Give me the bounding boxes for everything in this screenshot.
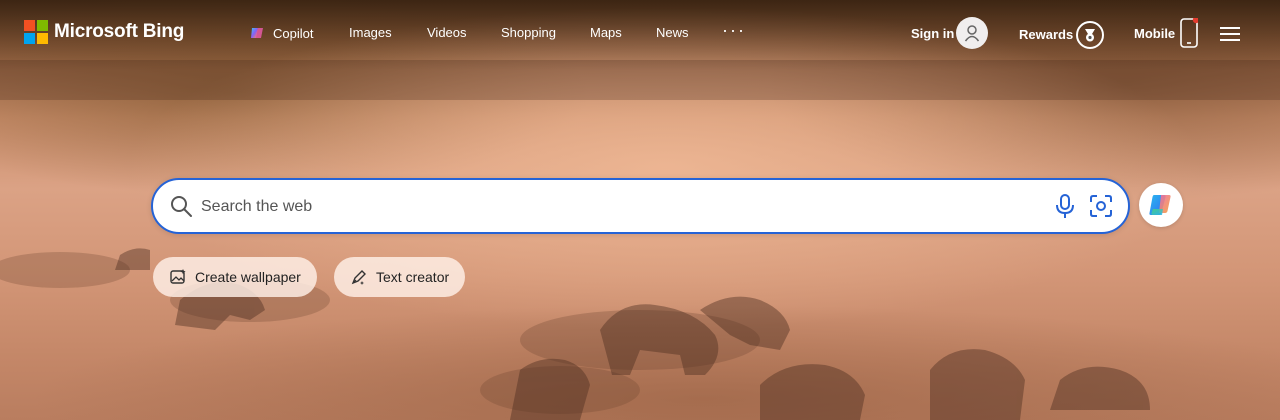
- hamburger-menu-icon[interactable]: [1220, 26, 1240, 42]
- brand-name: Microsoft Bing: [54, 21, 185, 42]
- copilot-button[interactable]: [1139, 183, 1183, 227]
- search-icon[interactable]: [169, 194, 193, 218]
- search-box: [151, 178, 1130, 234]
- person-icon: [964, 25, 980, 42]
- image-sparkle-icon: [170, 269, 186, 284]
- sign-in-link[interactable]: Sign in: [911, 26, 954, 41]
- nav-item-label: Copilot: [273, 26, 314, 41]
- pen-sparkle-icon: [351, 270, 366, 285]
- medal-icon: [1085, 29, 1095, 42]
- microsoft-logo-icon: [24, 20, 48, 44]
- mobile-phone-icon[interactable]: [1180, 18, 1198, 48]
- copilot-icon: [1149, 195, 1171, 215]
- nav-item-images[interactable]: Images: [349, 25, 392, 40]
- nav-item-maps[interactable]: Maps: [590, 25, 622, 40]
- mobile-link[interactable]: Mobile: [1134, 26, 1175, 41]
- rewards-trophy-icon[interactable]: [1076, 21, 1104, 49]
- account-avatar-icon[interactable]: [956, 17, 988, 49]
- visual-search-camera-icon[interactable]: [1089, 194, 1113, 218]
- chip-label: Text creator: [376, 269, 450, 285]
- notification-dot-icon: [1192, 18, 1198, 24]
- nav-item-copilot[interactable]: Copilot: [249, 25, 313, 41]
- more-menu-button[interactable]: ···: [722, 20, 746, 41]
- bing-logo-link[interactable]: Microsoft Bing: [24, 20, 184, 44]
- create-wallpaper-chip[interactable]: Create wallpaper: [153, 257, 317, 297]
- header: Microsoft Bing Copilot Images Videos Sho…: [0, 0, 1280, 66]
- nav-item-videos[interactable]: Videos: [427, 25, 467, 40]
- nav-item-news[interactable]: News: [656, 25, 689, 40]
- nav-item-shopping[interactable]: Shopping: [501, 25, 556, 40]
- chip-label: Create wallpaper: [195, 269, 301, 285]
- rewards-link[interactable]: Rewards: [1019, 27, 1073, 42]
- copilot-icon: [251, 28, 263, 38]
- text-creator-chip[interactable]: Text creator: [334, 257, 466, 297]
- microphone-icon[interactable]: [1053, 193, 1077, 219]
- search-input[interactable]: [199, 191, 1043, 223]
